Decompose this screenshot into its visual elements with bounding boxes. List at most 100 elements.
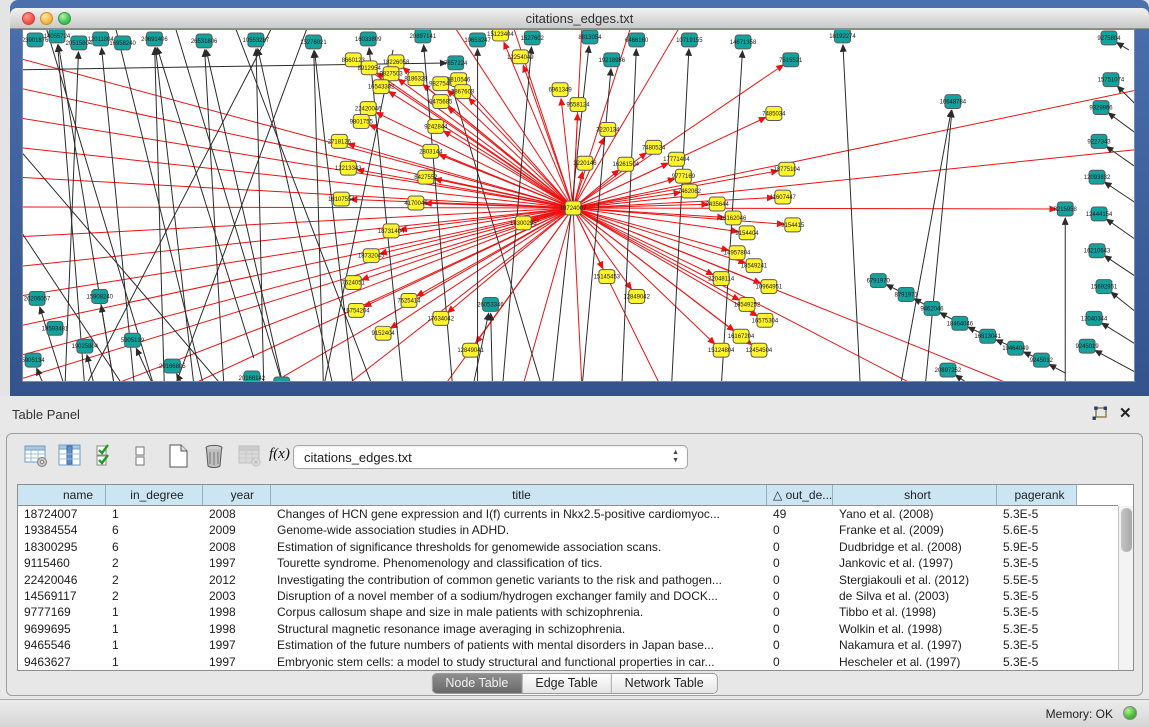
network-edge (573, 30, 632, 208)
table-panel-title: Table Panel (12, 407, 80, 422)
table-row[interactable]: 977716911998Corpus callosum shape and si… (18, 604, 1118, 620)
network-node-label: 6961349 (549, 88, 573, 94)
network-edge (1117, 43, 1129, 50)
network-node-label: 14957804 (724, 251, 751, 257)
table-cell: Investigating the contribution of common… (271, 572, 767, 588)
memory-status-indicator[interactable] (1123, 706, 1137, 720)
tab-edge-table[interactable]: Edge Table (522, 674, 611, 693)
network-edge (504, 42, 573, 208)
table-cell: 9463627 (18, 654, 106, 670)
table-cell: 5.3E-5 (997, 637, 1077, 653)
network-node-label: 18549241 (741, 264, 768, 270)
table-row[interactable]: 969969511998Structural magnetic resonanc… (18, 621, 1118, 637)
row-height-icon[interactable] (127, 443, 153, 469)
network-edge (573, 208, 784, 224)
table-selector-dropdown[interactable]: citations_edges.txt ▲▼ (293, 445, 688, 469)
network-node-label: 9329966 (1089, 106, 1113, 112)
network-node-label: 9475685 (429, 100, 453, 106)
table-row[interactable]: 911546021997Tourette syndrome. Phenomeno… (18, 555, 1118, 571)
table-row[interactable]: 946362711997Embryonic stem cells: a mode… (18, 654, 1118, 670)
network-node-label: 16261504 (612, 162, 639, 168)
network-node-label: 18107554 (328, 197, 355, 203)
tab-network-table[interactable]: Network Table (612, 674, 717, 693)
network-node-label: 3220134 (596, 127, 620, 133)
network-edge (1106, 219, 1134, 242)
function-builder-icon[interactable]: f(x) (269, 446, 295, 472)
delete-table-icon[interactable] (201, 443, 227, 469)
network-node-label: 14055724 (44, 34, 71, 40)
network-node-label: 20166142 (239, 376, 266, 381)
network-node-label: 16210643 (1084, 249, 1111, 255)
network-edge (23, 207, 573, 208)
network-node-label: 18732045 (358, 254, 385, 260)
network-node-label: 7857224 (444, 61, 468, 67)
table-row[interactable]: 1938455462009Genome-wide association stu… (18, 522, 1118, 538)
network-node-label: 16033809 (355, 37, 382, 43)
network-node-label: 18731404 (378, 229, 405, 235)
table-scrollbar[interactable] (1118, 506, 1133, 670)
network-edge (37, 368, 45, 381)
network-node-label: 26531806 (191, 39, 218, 45)
network-node-label: 8813054 (578, 35, 602, 41)
float-window-icon[interactable] (1091, 406, 1109, 422)
network-node-label: 2867608 (451, 90, 475, 96)
table-cell: Estimation of the future numbers of pati… (271, 637, 767, 653)
table-row[interactable]: 1456911722003Disruption of a novel membe… (18, 588, 1118, 604)
network-node-label: 18593481 (42, 326, 69, 332)
network-node-label: 5905139 (121, 338, 145, 344)
network-canvas[interactable]: 2390187614055724205158041201180416958240… (23, 30, 1134, 381)
table-cell: 0 (767, 555, 833, 571)
column-header[interactable]: short (833, 485, 997, 505)
network-node-label: 4170046 (404, 201, 428, 207)
column-header[interactable]: △ out_de... (767, 485, 833, 505)
network-canvas-container[interactable]: 2390187614055724205158041201180416958240… (22, 29, 1135, 382)
window-titlebar[interactable]: citations_edges.txt (10, 8, 1149, 29)
column-header[interactable]: in_degree (106, 485, 203, 505)
table-cell: Franke et al. (2009) (833, 522, 997, 538)
table-cell: 2008 (203, 539, 271, 555)
network-node-label: 10719155 (676, 38, 703, 44)
table-cell: de Silva et al. (2003) (833, 588, 997, 604)
table-row[interactable]: 2242004622012Investigating the contribut… (18, 572, 1118, 588)
column-header[interactable]: name (18, 485, 106, 505)
network-edge (314, 51, 324, 381)
network-node-label: 15145453 (594, 275, 621, 281)
column-header[interactable]: pagerank (997, 485, 1077, 505)
network-nodes: 2390187614055724205158041201180416958240… (23, 30, 1125, 381)
table-cell: 9777169 (18, 604, 106, 620)
table-selector-value: citations_edges.txt (304, 450, 412, 465)
network-node-label: 12254049 (507, 55, 534, 61)
network-node-label: 9245012 (1030, 358, 1054, 364)
network-node-label: 12040344 (1081, 316, 1108, 322)
select-columns-icon[interactable] (93, 443, 119, 469)
close-icon[interactable]: ✕ (1119, 404, 1135, 422)
network-node-label: 20897141 (410, 34, 437, 40)
table-cell: 18300295 (18, 539, 106, 555)
scrollbar-thumb[interactable] (1121, 508, 1132, 552)
column-header[interactable]: title (271, 485, 767, 505)
column-header[interactable]: year (203, 485, 271, 505)
table-cell: 0 (767, 588, 833, 604)
network-edge (136, 348, 154, 381)
table-cell: Tourette syndrome. Phenomenology and cla… (271, 555, 767, 571)
network-edge (955, 375, 974, 381)
network-node-label: 15276021 (300, 40, 327, 46)
network-node-label: 15123404 (487, 32, 514, 38)
show-columns-icon[interactable] (57, 443, 83, 469)
table-cell: Wolkin et al. (1998) (833, 621, 997, 637)
table-cell: Stergiakouli et al. (2012) (833, 572, 997, 588)
table-row[interactable]: 1830029562008Estimation of significance … (18, 539, 1118, 555)
table-row[interactable]: 1872400712008Changes of HCN gene express… (18, 506, 1118, 522)
network-node-label: 8427552 (414, 175, 438, 181)
network-node[interactable] (274, 377, 290, 381)
network-edge (105, 208, 573, 381)
table-mode-icon[interactable] (23, 443, 49, 469)
table-row[interactable]: 946554611997Estimation of the future num… (18, 637, 1118, 653)
new-table-icon[interactable] (165, 443, 191, 469)
table-cell: Tibbo et al. (1998) (833, 604, 997, 620)
tab-node-table[interactable]: Node Table (432, 674, 522, 693)
network-node-label: 15124804 (708, 348, 735, 354)
network-node-label: 18300295 (510, 221, 537, 227)
table-cell: 0 (767, 539, 833, 555)
table-cell: 1 (106, 621, 203, 637)
